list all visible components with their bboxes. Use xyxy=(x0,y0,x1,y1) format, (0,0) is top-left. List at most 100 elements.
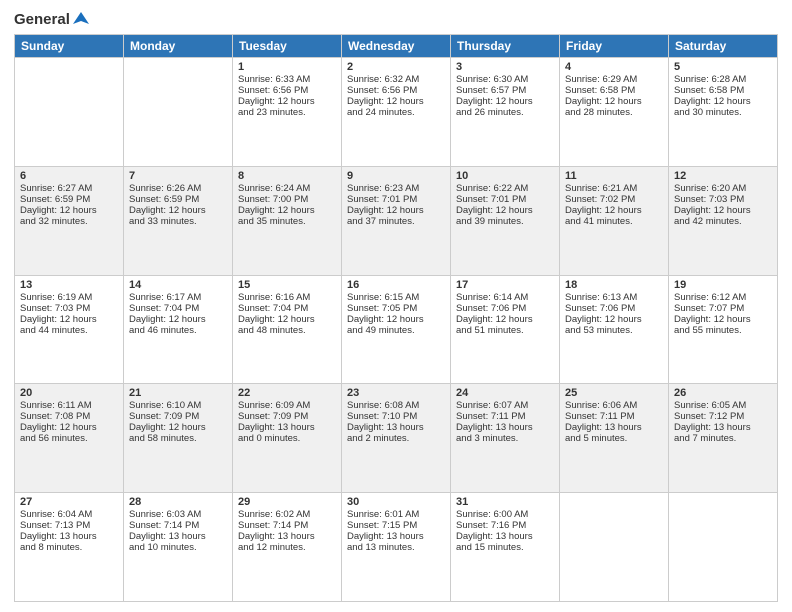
day-info-line: Daylight: 13 hours xyxy=(238,531,336,542)
day-info-line: Daylight: 13 hours xyxy=(565,422,663,433)
calendar-cell: 20Sunrise: 6:11 AMSunset: 7:08 PMDayligh… xyxy=(15,384,124,493)
day-info-line: Sunrise: 6:30 AM xyxy=(456,74,554,85)
day-info-line: Sunrise: 6:22 AM xyxy=(456,183,554,194)
day-info-line: Sunrise: 6:08 AM xyxy=(347,400,445,411)
day-number: 6 xyxy=(20,170,118,182)
day-info-line: Sunrise: 6:20 AM xyxy=(674,183,772,194)
day-info-line: and 24 minutes. xyxy=(347,107,445,118)
calendar-row-1: 6Sunrise: 6:27 AMSunset: 6:59 PMDaylight… xyxy=(15,166,778,275)
day-info-line: Daylight: 12 hours xyxy=(347,96,445,107)
day-info-line: Daylight: 12 hours xyxy=(238,96,336,107)
day-info-line: and 39 minutes. xyxy=(456,216,554,227)
calendar-cell: 4Sunrise: 6:29 AMSunset: 6:58 PMDaylight… xyxy=(560,58,669,167)
day-info-line: Sunrise: 6:01 AM xyxy=(347,509,445,520)
day-info-line: Sunset: 7:14 PM xyxy=(238,520,336,531)
day-info-line: Daylight: 13 hours xyxy=(456,422,554,433)
day-number: 11 xyxy=(565,170,663,182)
day-info-line: Sunrise: 6:00 AM xyxy=(456,509,554,520)
day-number: 20 xyxy=(20,387,118,399)
day-info-line: Sunrise: 6:19 AM xyxy=(20,292,118,303)
day-number: 21 xyxy=(129,387,227,399)
day-info-line: Sunset: 7:00 PM xyxy=(238,194,336,205)
day-info-line: Sunset: 7:06 PM xyxy=(565,303,663,314)
calendar-cell: 24Sunrise: 6:07 AMSunset: 7:11 PMDayligh… xyxy=(451,384,560,493)
day-info-line: Daylight: 12 hours xyxy=(565,314,663,325)
day-number: 18 xyxy=(565,279,663,291)
calendar-cell: 15Sunrise: 6:16 AMSunset: 7:04 PMDayligh… xyxy=(233,275,342,384)
day-info-line: Sunrise: 6:15 AM xyxy=(347,292,445,303)
day-info-line: Sunset: 6:58 PM xyxy=(674,85,772,96)
day-info-line: and 26 minutes. xyxy=(456,107,554,118)
day-info-line: Daylight: 13 hours xyxy=(347,422,445,433)
day-info-line: and 0 minutes. xyxy=(238,433,336,444)
calendar-cell: 28Sunrise: 6:03 AMSunset: 7:14 PMDayligh… xyxy=(124,493,233,602)
day-info-line: Sunset: 7:04 PM xyxy=(238,303,336,314)
day-info-line: Daylight: 12 hours xyxy=(674,96,772,107)
day-info-line: and 33 minutes. xyxy=(129,216,227,227)
day-info-line: Sunrise: 6:28 AM xyxy=(674,74,772,85)
weekday-header-row: SundayMondayTuesdayWednesdayThursdayFrid… xyxy=(15,35,778,58)
day-number: 17 xyxy=(456,279,554,291)
calendar-cell: 2Sunrise: 6:32 AMSunset: 6:56 PMDaylight… xyxy=(342,58,451,167)
calendar-cell: 16Sunrise: 6:15 AMSunset: 7:05 PMDayligh… xyxy=(342,275,451,384)
day-info-line: Sunset: 7:10 PM xyxy=(347,411,445,422)
calendar-cell: 6Sunrise: 6:27 AMSunset: 6:59 PMDaylight… xyxy=(15,166,124,275)
day-number: 13 xyxy=(20,279,118,291)
day-info-line: Daylight: 13 hours xyxy=(674,422,772,433)
day-info-line: Daylight: 12 hours xyxy=(565,96,663,107)
day-info-line: Sunset: 7:11 PM xyxy=(456,411,554,422)
day-info-line: Sunset: 6:59 PM xyxy=(20,194,118,205)
day-info-line: Sunset: 7:03 PM xyxy=(20,303,118,314)
calendar-row-3: 20Sunrise: 6:11 AMSunset: 7:08 PMDayligh… xyxy=(15,384,778,493)
day-info-line: Daylight: 12 hours xyxy=(347,205,445,216)
day-info-line: Sunrise: 6:09 AM xyxy=(238,400,336,411)
day-info-line: Sunrise: 6:02 AM xyxy=(238,509,336,520)
weekday-sunday: Sunday xyxy=(15,35,124,58)
day-info-line: and 56 minutes. xyxy=(20,433,118,444)
day-number: 3 xyxy=(456,61,554,73)
day-info-line: and 49 minutes. xyxy=(347,325,445,336)
calendar-cell xyxy=(124,58,233,167)
day-info-line: Sunrise: 6:05 AM xyxy=(674,400,772,411)
day-info-line: and 48 minutes. xyxy=(238,325,336,336)
day-info-line: Daylight: 12 hours xyxy=(238,314,336,325)
day-info-line: and 58 minutes. xyxy=(129,433,227,444)
calendar-cell xyxy=(669,493,778,602)
logo-bird-icon xyxy=(72,10,90,28)
day-info-line: Sunset: 7:04 PM xyxy=(129,303,227,314)
day-number: 8 xyxy=(238,170,336,182)
day-info-line: Sunrise: 6:26 AM xyxy=(129,183,227,194)
day-number: 29 xyxy=(238,496,336,508)
day-info-line: Sunrise: 6:03 AM xyxy=(129,509,227,520)
day-info-line: Sunrise: 6:16 AM xyxy=(238,292,336,303)
calendar-cell: 9Sunrise: 6:23 AMSunset: 7:01 PMDaylight… xyxy=(342,166,451,275)
calendar-cell: 31Sunrise: 6:00 AMSunset: 7:16 PMDayligh… xyxy=(451,493,560,602)
day-info-line: Sunset: 7:06 PM xyxy=(456,303,554,314)
day-info-line: Sunset: 7:12 PM xyxy=(674,411,772,422)
day-number: 14 xyxy=(129,279,227,291)
day-info-line: Sunrise: 6:14 AM xyxy=(456,292,554,303)
day-number: 12 xyxy=(674,170,772,182)
day-number: 26 xyxy=(674,387,772,399)
day-info-line: Daylight: 12 hours xyxy=(129,205,227,216)
calendar-cell: 3Sunrise: 6:30 AMSunset: 6:57 PMDaylight… xyxy=(451,58,560,167)
day-info-line: Daylight: 12 hours xyxy=(20,205,118,216)
day-info-line: and 28 minutes. xyxy=(565,107,663,118)
day-info-line: and 44 minutes. xyxy=(20,325,118,336)
day-number: 1 xyxy=(238,61,336,73)
day-info-line: and 10 minutes. xyxy=(129,542,227,553)
day-info-line: Sunrise: 6:23 AM xyxy=(347,183,445,194)
day-info-line: Sunrise: 6:06 AM xyxy=(565,400,663,411)
calendar-cell xyxy=(15,58,124,167)
day-info-line: Daylight: 12 hours xyxy=(129,422,227,433)
calendar-cell: 19Sunrise: 6:12 AMSunset: 7:07 PMDayligh… xyxy=(669,275,778,384)
day-info-line: and 32 minutes. xyxy=(20,216,118,227)
calendar-cell: 26Sunrise: 6:05 AMSunset: 7:12 PMDayligh… xyxy=(669,384,778,493)
day-info-line: Sunset: 7:16 PM xyxy=(456,520,554,531)
day-info-line: Sunset: 6:58 PM xyxy=(565,85,663,96)
day-info-line: Daylight: 12 hours xyxy=(20,422,118,433)
calendar-row-4: 27Sunrise: 6:04 AMSunset: 7:13 PMDayligh… xyxy=(15,493,778,602)
day-number: 27 xyxy=(20,496,118,508)
day-info-line: and 3 minutes. xyxy=(456,433,554,444)
day-number: 2 xyxy=(347,61,445,73)
